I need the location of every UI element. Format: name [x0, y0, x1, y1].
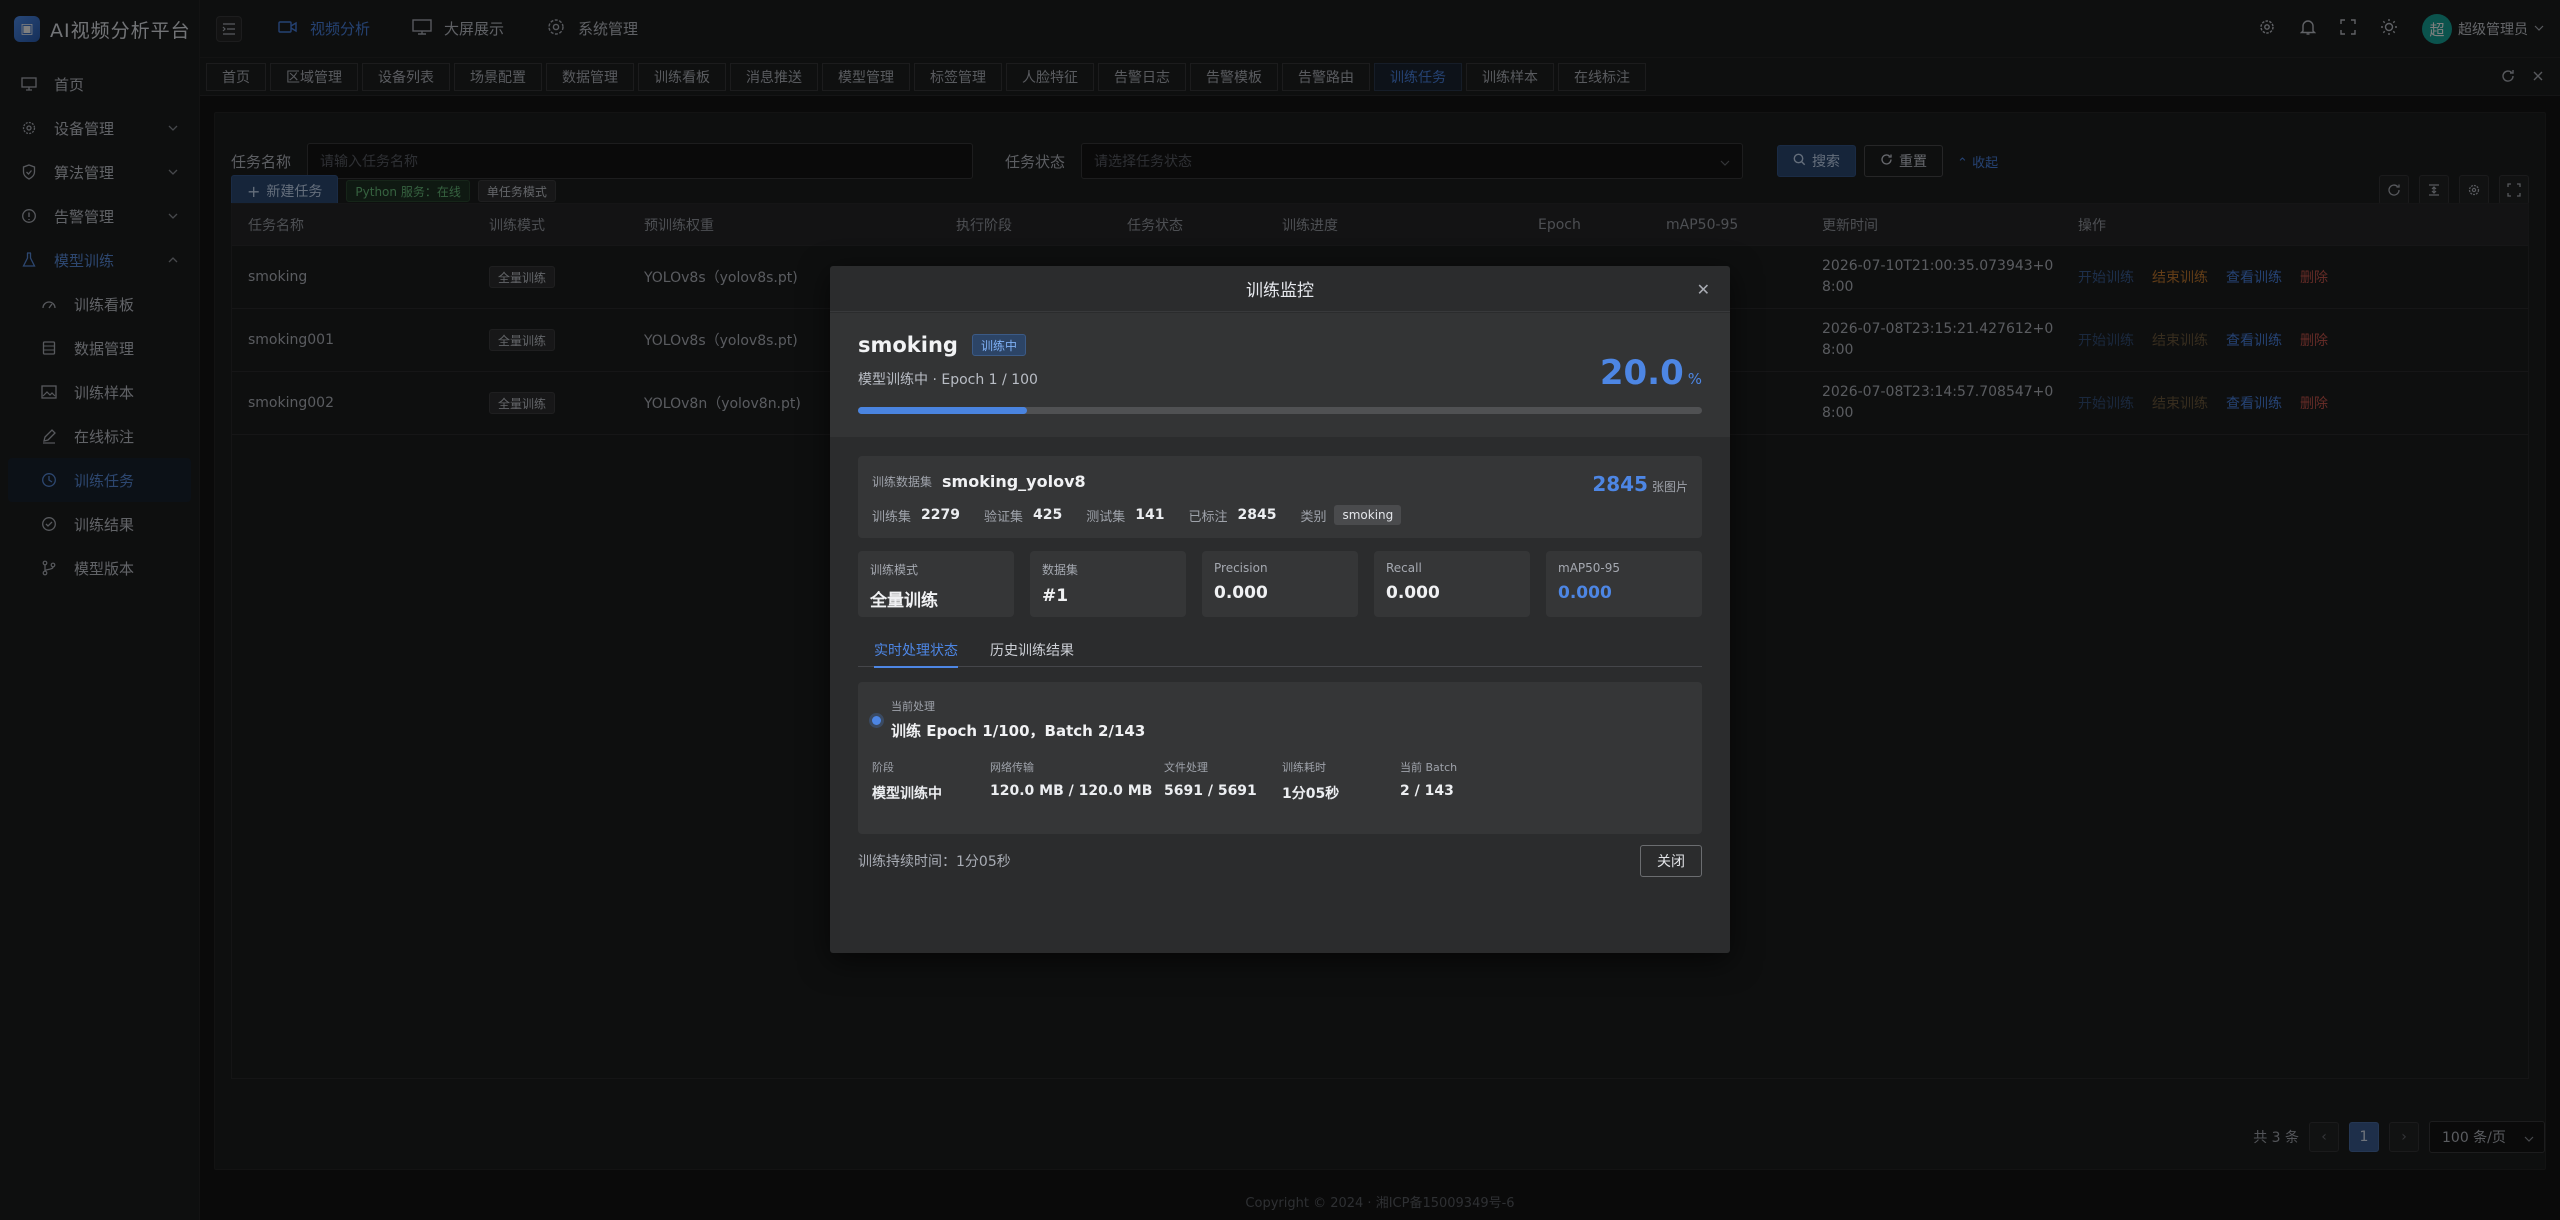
- close-icon[interactable]: ✕: [1697, 280, 1710, 299]
- dataset-card: 训练数据集 smoking_yolov8 2845 张图片 训练集 2279 验证…: [858, 456, 1702, 538]
- training-summary: smoking 训练中 模型训练中 · Epoch 1 / 100 20.0 %: [830, 313, 1730, 437]
- dialog-title: 训练监控: [1246, 281, 1314, 301]
- dataset-name: smoking_yolov8: [942, 472, 1086, 491]
- metric-card: mAP50-95 0.000: [1546, 551, 1702, 617]
- dataset-image-count: 2845 张图片: [1592, 472, 1688, 496]
- metric-card: Recall 0.000: [1374, 551, 1530, 617]
- progress-bar: [858, 407, 1702, 414]
- metrics-row: 训练模式 全量训练 数据集 #1 Precision 0.000 Recall 0.00…: [858, 551, 1702, 617]
- dialog-footer: 训练持续时间：1分05秒 关闭: [858, 844, 1702, 878]
- training-phase: 模型训练中 · Epoch 1 / 100: [858, 372, 1038, 388]
- training-monitor-dialog: 训练监控 ✕ smoking 训练中 模型训练中 · Epoch 1 / 100…: [830, 266, 1730, 953]
- current-process-label: 当前处理: [891, 700, 935, 713]
- training-duration: 训练持续时间：1分05秒: [858, 854, 1011, 870]
- status-dot-icon: [872, 716, 881, 725]
- class-tag: smoking: [1334, 505, 1402, 525]
- status-badge: 训练中: [971, 334, 1026, 356]
- dataset-label: 训练数据集: [872, 475, 933, 489]
- metric-card: Precision 0.000: [1202, 551, 1358, 617]
- tab-realtime-status[interactable]: 实时处理状态: [874, 633, 958, 668]
- dataset-split: 训练集 2279 验证集 425 测试集 141 已标注 2845 类别 smoking: [872, 505, 1688, 525]
- progress-bar-fill: [858, 407, 1027, 414]
- task-name: smoking: [858, 333, 958, 357]
- process-fields: 阶段 模型训练中 网络传输 120.0 MB / 120.0 MB 文件处理 5691…: [872, 761, 1458, 802]
- tab-history-results[interactable]: 历史训练结果: [990, 633, 1074, 667]
- dialog-tabs: 实时处理状态 历史训练结果: [858, 633, 1702, 668]
- metric-card: 训练模式 全量训练: [858, 551, 1014, 617]
- realtime-process-card: 当前处理 训练 Epoch 1/100，Batch 2/143 阶段 模型训练中 …: [858, 682, 1702, 834]
- current-process: 训练 Epoch 1/100，Batch 2/143: [891, 722, 1146, 740]
- progress-percent: 20.0 %: [1599, 353, 1702, 393]
- dialog-header: 训练监控 ✕: [830, 266, 1730, 312]
- metric-card: 数据集 #1: [1030, 551, 1186, 617]
- close-button[interactable]: 关闭: [1640, 845, 1702, 877]
